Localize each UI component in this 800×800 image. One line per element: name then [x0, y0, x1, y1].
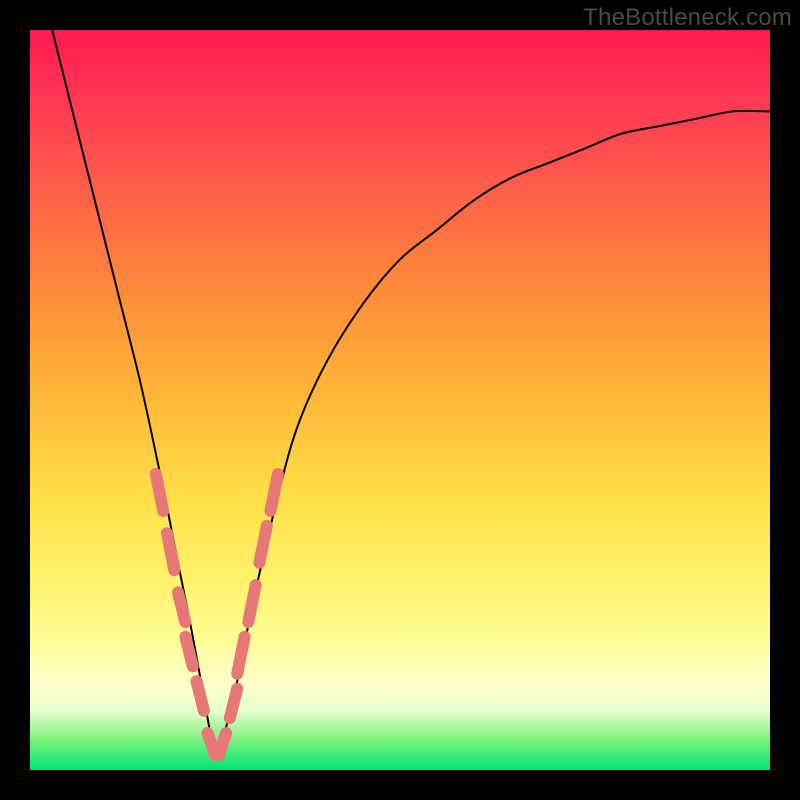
- annotation-pill: [178, 592, 185, 622]
- annotation-pill: [248, 585, 255, 622]
- annotation-pill: [156, 474, 163, 511]
- annotation-pill: [230, 689, 237, 719]
- annotation-pill: [197, 681, 204, 711]
- plot-area: [30, 30, 770, 770]
- annotation-pill: [259, 526, 266, 563]
- annotation-pills: [156, 474, 278, 755]
- series-curve: [52, 30, 770, 756]
- chart-svg: [30, 30, 770, 770]
- annotation-pill: [219, 733, 226, 755]
- chart-frame: TheBottleneck.com: [0, 0, 800, 800]
- annotation-pill: [167, 533, 174, 570]
- watermark-text: TheBottleneck.com: [583, 4, 792, 32]
- annotation-pill: [185, 637, 192, 667]
- annotation-pill: [271, 474, 278, 511]
- annotation-pill: [237, 637, 244, 674]
